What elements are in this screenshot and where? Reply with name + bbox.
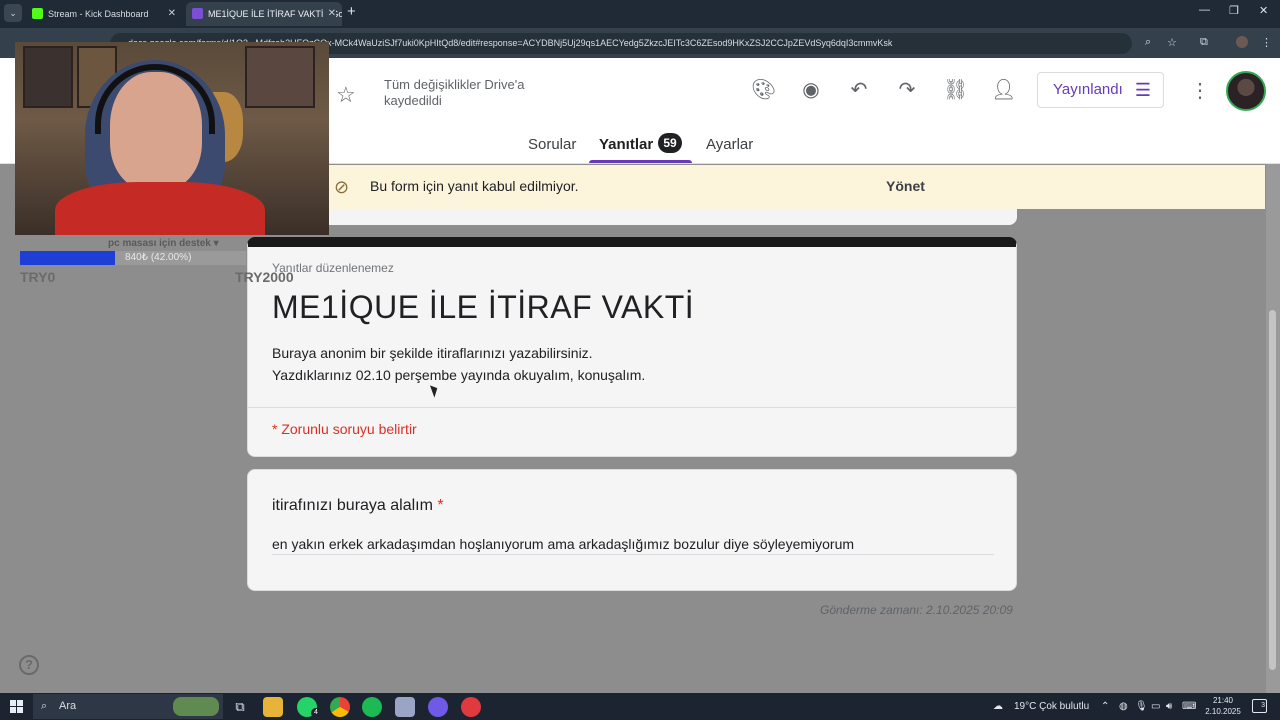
description-line: Yazdıklarınız 02.10 perşembe yayında oku… xyxy=(272,367,646,383)
close-tab-icon[interactable]: ✕ xyxy=(324,2,336,26)
file-explorer-icon[interactable] xyxy=(263,697,283,717)
notifications-icon[interactable]: 3 xyxy=(1252,699,1267,713)
donation-amount: 840₺ (42.00%) xyxy=(125,252,192,263)
keyboard-icon[interactable]: ⌨ xyxy=(1182,693,1196,720)
streamer-shirt xyxy=(55,182,265,235)
forms-favicon-icon xyxy=(192,8,203,19)
zoom-icon[interactable]: ⌕ xyxy=(1145,36,1151,49)
tab-settings[interactable]: Ayarlar xyxy=(706,136,753,153)
kick-favicon-icon xyxy=(32,8,43,19)
minimize-icon[interactable]: — xyxy=(1199,4,1210,16)
banner-text: Bu form için yanıt kabul edilmiyor. xyxy=(370,178,579,194)
palette-icon[interactable]: 🎨︎ xyxy=(751,78,776,102)
question-text: itirafınızı buraya alalım xyxy=(272,497,433,514)
donation-label: pc masası için destek ▾ xyxy=(108,238,219,249)
tune-icon: ☰ xyxy=(1134,80,1151,100)
tray-app-icon[interactable]: ◍ xyxy=(1119,693,1128,720)
divider xyxy=(248,407,1016,408)
task-view-icon[interactable]: ⧉ xyxy=(230,697,250,717)
wall-poster xyxy=(23,46,73,108)
previous-card-edge xyxy=(247,209,1017,225)
responses-count-badge: 59 xyxy=(658,133,682,153)
restore-icon[interactable]: ❐ xyxy=(1229,4,1239,17)
network-icon[interactable]: ▭ xyxy=(1151,693,1160,720)
help-icon[interactable]: ? xyxy=(19,655,39,675)
windows-taskbar: ⌕ Ara ⧉ 4 ☁ 19°C Çok bulutlu ⌃ ◍ 🎙︎ ▭ 🔊︎… xyxy=(0,693,1280,720)
add-collaborator-icon[interactable]: 👤︎ xyxy=(991,78,1016,102)
question-card: itirafınızı buraya alalım * en yakın erk… xyxy=(247,469,1017,591)
required-marker: * xyxy=(437,497,444,514)
search-placeholder: Ara xyxy=(59,700,77,712)
required-note: * Zorunlu soruyu belirtir xyxy=(272,421,417,437)
profile-avatar-icon[interactable] xyxy=(1236,36,1248,48)
bookmark-star-icon[interactable]: ☆ xyxy=(1167,36,1177,49)
not-accepting-banner: ⊘ Bu form için yanıt kabul edilmiyor. Yö… xyxy=(328,165,1265,209)
tab-title: Stream - Kick Dashboard xyxy=(48,9,149,19)
microphone-icon[interactable]: 🎙︎ xyxy=(1135,693,1148,720)
clock-time: 21:40 xyxy=(1212,696,1234,705)
active-tab-indicator xyxy=(589,160,692,163)
goal-min: TRY0 xyxy=(20,269,56,285)
volume-icon[interactable]: 🔊︎ xyxy=(1166,693,1172,720)
search-icon: ⌕ xyxy=(41,700,48,712)
webcam-overlay xyxy=(15,42,329,235)
link-icon[interactable]: ⛓ xyxy=(943,78,968,102)
obs-icon[interactable] xyxy=(461,697,481,717)
taskbar-clock[interactable]: 21:40 2.10.2025 xyxy=(1200,695,1246,717)
taskbar-search[interactable]: ⌕ Ara xyxy=(33,694,223,719)
clock-date: 2.10.2025 xyxy=(1205,707,1241,716)
page-scrollbar[interactable] xyxy=(1266,164,1280,693)
preview-eye-icon[interactable]: ◉ xyxy=(799,78,823,102)
answer-underline xyxy=(272,554,994,555)
donation-progress-fill xyxy=(20,251,115,265)
discord-icon[interactable] xyxy=(428,697,448,717)
published-label: Yayınlandı xyxy=(1053,81,1123,98)
tab-google-forms[interactable]: ME1İQUE İLE İTİRAF VAKTİ - Go ✕ xyxy=(186,2,342,26)
weather-icon[interactable]: ☁ xyxy=(993,693,1003,720)
redo-icon[interactable]: ↷ xyxy=(895,78,919,102)
more-options-icon[interactable]: ⋮ xyxy=(1190,78,1210,103)
submitted-timestamp: Gönderme zamanı: 2.10.2025 20:09 xyxy=(820,603,1013,617)
search-highlight-image xyxy=(173,697,219,716)
wall-poster xyxy=(245,46,315,108)
whatsapp-badge: 4 xyxy=(311,708,321,718)
browser-tabstrip: ⌄ Stream - Kick Dashboard ✕ ME1İQUE İLE … xyxy=(0,0,1280,28)
tab-title: ME1İQUE İLE İTİRAF VAKTİ - Go xyxy=(208,9,342,19)
question-title: itirafınızı buraya alalım * xyxy=(272,497,444,515)
star-icon[interactable]: ☆ xyxy=(336,82,356,108)
tab-questions[interactable]: Sorular xyxy=(528,136,576,153)
description-line: Buraya anonim bir şekilde itiraflarınızı… xyxy=(272,345,593,361)
tray-expand-icon[interactable]: ⌃ xyxy=(1101,693,1109,720)
browser-menu-icon[interactable]: ⋮ xyxy=(1261,36,1272,49)
save-status: Tüm değişiklikler Drive'a kaydedildi xyxy=(384,77,525,108)
manage-button[interactable]: Yönet xyxy=(886,178,925,194)
spotify-icon[interactable] xyxy=(362,697,382,717)
account-avatar[interactable] xyxy=(1226,71,1266,111)
app-icon[interactable] xyxy=(395,697,415,717)
tab-kick-dashboard[interactable]: Stream - Kick Dashboard ✕ xyxy=(26,2,182,26)
responses-off-icon: ⊘ xyxy=(334,177,350,197)
form-description: Buraya anonim bir şekilde itiraflarınızı… xyxy=(272,342,645,386)
tab-search-icon[interactable]: ⌄ xyxy=(4,4,22,22)
windows-start-icon[interactable] xyxy=(10,700,23,713)
notification-count: 3 xyxy=(1261,702,1265,709)
chrome-icon[interactable] xyxy=(330,697,350,717)
donation-progress-bar: 840₺ (42.00%) xyxy=(20,251,246,265)
close-tab-icon[interactable]: ✕ xyxy=(168,2,176,26)
published-button[interactable]: Yayınlandı ☰ xyxy=(1037,72,1164,108)
new-tab-button[interactable]: + xyxy=(347,3,356,20)
extensions-icon[interactable]: ⧉ xyxy=(1200,36,1208,49)
form-title: ME1İQUE İLE İTİRAF VAKTİ xyxy=(272,289,695,325)
question-answer: en yakın erkek arkadaşımdan hoşlanıyorum… xyxy=(272,536,855,552)
scrollbar-thumb[interactable] xyxy=(1269,310,1276,670)
goal-max: TRY2000 xyxy=(235,269,294,285)
tab-responses[interactable]: Yanıtlar xyxy=(599,136,653,153)
undo-icon[interactable]: ↶ xyxy=(847,78,871,102)
whatsapp-icon[interactable]: 4 xyxy=(297,697,321,718)
form-header-card: Yanıtlar düzenlenemez ME1İQUE İLE İTİRAF… xyxy=(247,237,1017,457)
close-window-icon[interactable]: ✕ xyxy=(1259,4,1268,17)
weather-text[interactable]: 19°C Çok bulutlu xyxy=(1014,693,1089,720)
